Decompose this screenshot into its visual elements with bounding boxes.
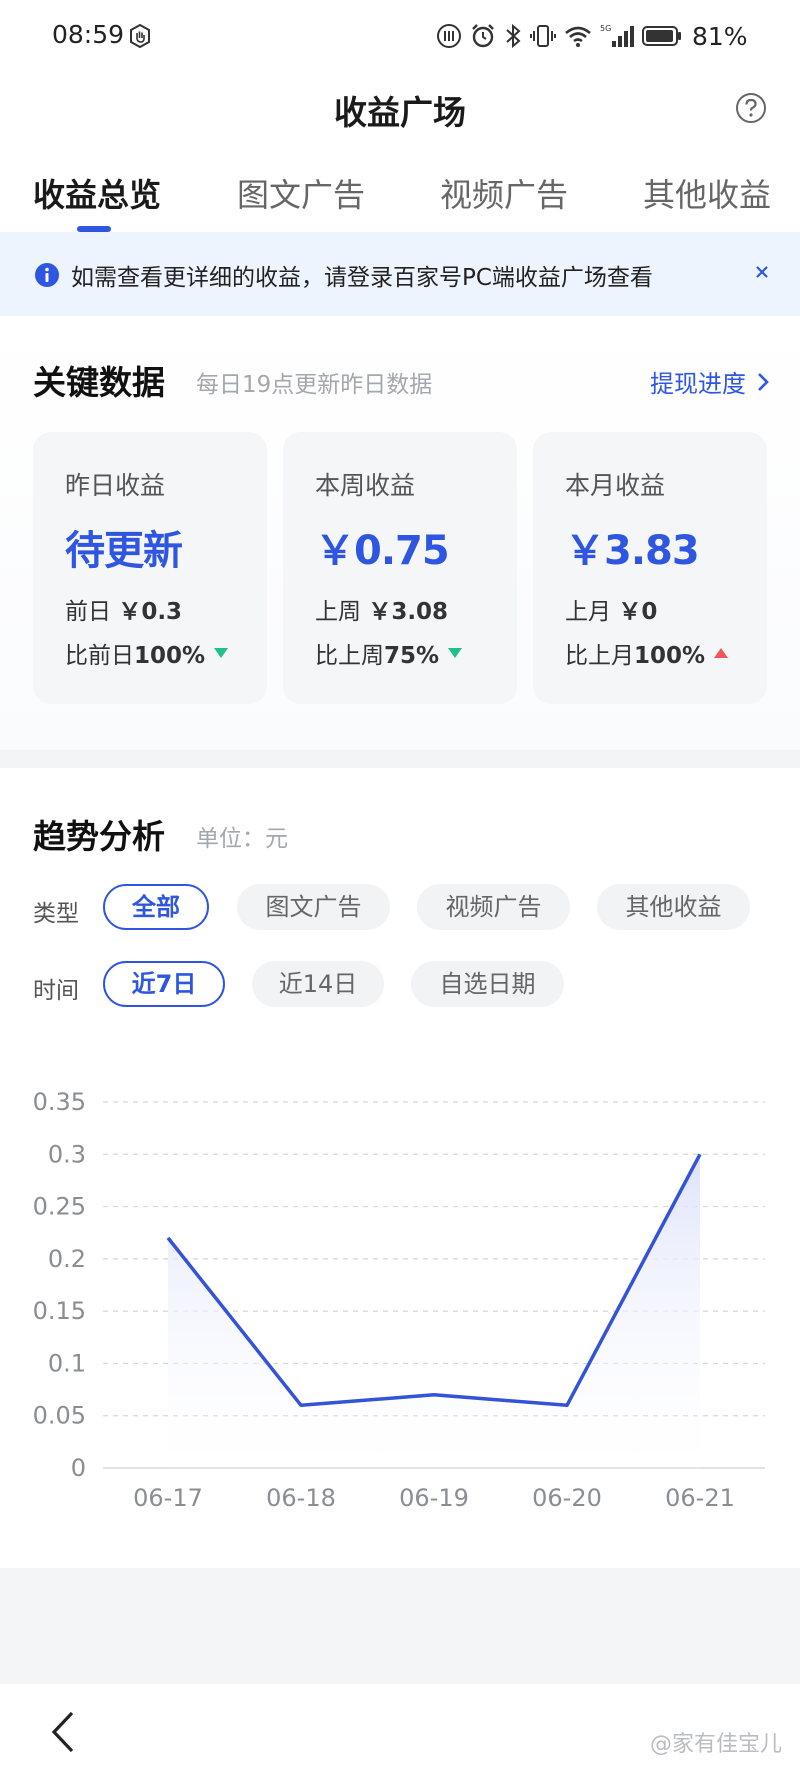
prev-value: ￥3.08 <box>368 599 449 625</box>
status-bar: 08:59 5G 81% <box>0 0 800 72</box>
withdraw-progress-link[interactable]: 提现进度 <box>650 364 770 399</box>
card-previous: 上月 ￥0 <box>565 592 657 626</box>
y-tick-label: 0.15 <box>33 1297 86 1325</box>
prev-value: ￥0 <box>618 599 658 625</box>
section-divider <box>0 750 800 768</box>
title-bar: 收益广场 <box>0 72 800 148</box>
close-icon[interactable] <box>752 262 772 282</box>
card-value: ￥3.83 <box>565 528 700 574</box>
compare-value: 75% <box>384 643 440 669</box>
key-data-title: 关键数据 <box>33 363 165 402</box>
y-tick-label: 0 <box>71 1454 86 1482</box>
alarm-icon <box>470 23 496 49</box>
vibrate-icon <box>530 23 556 49</box>
bottom-spacer <box>0 1568 800 1684</box>
battery-icon <box>642 25 682 47</box>
nfc-icon <box>436 23 462 49</box>
unit-label: 单位：元 <box>196 826 288 852</box>
card-label: 本月收益 <box>565 471 666 500</box>
time-chip-custom-date[interactable]: 自选日期 <box>411 961 564 1007</box>
prev-label: 上周 <box>315 599 361 625</box>
watermark: @家有佳宝儿 <box>649 1732 782 1757</box>
gesture-icon <box>128 23 152 49</box>
card-compare: 比上周75% <box>315 636 463 670</box>
help-icon[interactable] <box>735 92 767 124</box>
x-tick-label: 06-18 <box>266 1484 336 1512</box>
card-value: 待更新 <box>65 528 183 574</box>
week-earnings-card[interactable]: 本周收益 ￥0.75 上周 ￥3.08 比上周75% <box>283 432 517 704</box>
time-filter-label: 时间 <box>33 978 79 1004</box>
status-time: 08:59 <box>52 20 125 49</box>
card-previous: 上周 ￥3.08 <box>315 592 448 626</box>
tab-video-ads[interactable]: 视频广告 <box>440 170 568 216</box>
info-icon <box>34 262 60 288</box>
tab-image-text-ads[interactable]: 图文广告 <box>237 170 365 216</box>
status-icons: 5G 81% <box>436 21 748 51</box>
y-tick-label: 0.3 <box>48 1140 86 1168</box>
type-filter-label: 类型 <box>33 901 79 927</box>
wifi-icon <box>564 24 592 48</box>
card-compare: 比上月100% <box>565 636 729 670</box>
key-data-subtitle: 每日19点更新昨日数据 <box>196 372 433 398</box>
x-tick-label: 06-21 <box>665 1484 735 1512</box>
notice-banner: 如需查看更详细的收益，请登录百家号PC端收益广场查看 <box>0 232 800 316</box>
tab-other-earnings[interactable]: 其他收益 <box>643 170 771 216</box>
compare-label: 比前日 <box>65 643 134 669</box>
chevron-right-icon <box>758 372 769 391</box>
time-chip-14-days[interactable]: 近14日 <box>252 961 384 1007</box>
x-tick-label: 06-20 <box>532 1484 602 1512</box>
navigation-bar: @家有佳宝儿 <box>0 1684 800 1778</box>
battery-percent: 81% <box>692 21 748 51</box>
withdraw-progress-label: 提现进度 <box>650 370 746 398</box>
x-tick-label: 06-19 <box>399 1484 469 1512</box>
type-chip-all[interactable]: 全部 <box>103 884 209 930</box>
back-arrow-icon[interactable] <box>48 1710 78 1754</box>
earnings-trend-chart[interactable]: 0 0.05 0.1 0.15 0.2 0.25 0.3 0.35 06-17 06-18 06-… <box>0 1060 800 1520</box>
compare-label: 比上周 <box>315 643 384 669</box>
card-label: 昨日收益 <box>65 471 166 500</box>
card-value: ￥0.75 <box>315 528 450 574</box>
bluetooth-icon <box>504 23 522 49</box>
page-title: 收益广场 <box>334 93 466 132</box>
notice-text: 如需查看更详细的收益，请登录百家号PC端收益广场查看 <box>71 265 653 291</box>
time-chip-7-days[interactable]: 近7日 <box>103 961 225 1007</box>
prev-label: 前日 <box>65 599 111 625</box>
card-label: 本周收益 <box>315 471 416 500</box>
y-tick-label: 0.25 <box>33 1193 86 1221</box>
x-tick-label: 06-17 <box>133 1484 203 1512</box>
tab-overview[interactable]: 收益总览 <box>33 170 161 216</box>
yesterday-earnings-card[interactable]: 昨日收益 待更新 前日 ￥0.3 比前日100% <box>33 432 267 704</box>
trend-down-icon <box>214 648 229 658</box>
network-type-label: 5G <box>600 24 611 33</box>
month-earnings-card[interactable]: 本月收益 ￥3.83 上月 ￥0 比上月100% <box>533 432 767 704</box>
trend-down-icon <box>448 648 463 658</box>
y-tick-label: 0.35 <box>33 1088 86 1116</box>
trend-up-icon <box>714 648 729 658</box>
prev-value: ￥0.3 <box>118 599 183 625</box>
compare-value: 100% <box>134 643 206 669</box>
prev-label: 上月 <box>565 599 611 625</box>
type-chip-image-text[interactable]: 图文广告 <box>237 884 390 930</box>
compare-value: 100% <box>634 643 706 669</box>
tab-bar: 收益总览 图文广告 视频广告 其他收益 <box>0 160 800 232</box>
signal-icon: 5G <box>600 23 634 49</box>
y-tick-label: 0.1 <box>48 1349 86 1377</box>
key-data-section: 关键数据 每日19点更新昨日数据 提现进度 昨日收益 待更新 前日 ￥0.3 比… <box>0 316 800 750</box>
y-tick-label: 0.05 <box>33 1402 86 1430</box>
card-previous: 前日 ￥0.3 <box>65 592 182 626</box>
type-chip-other[interactable]: 其他收益 <box>597 884 750 930</box>
compare-label: 比上月 <box>565 643 634 669</box>
type-chip-video[interactable]: 视频广告 <box>417 884 570 930</box>
trend-title: 趋势分析 <box>33 817 165 856</box>
card-compare: 比前日100% <box>65 636 229 670</box>
y-tick-label: 0.2 <box>48 1245 86 1273</box>
